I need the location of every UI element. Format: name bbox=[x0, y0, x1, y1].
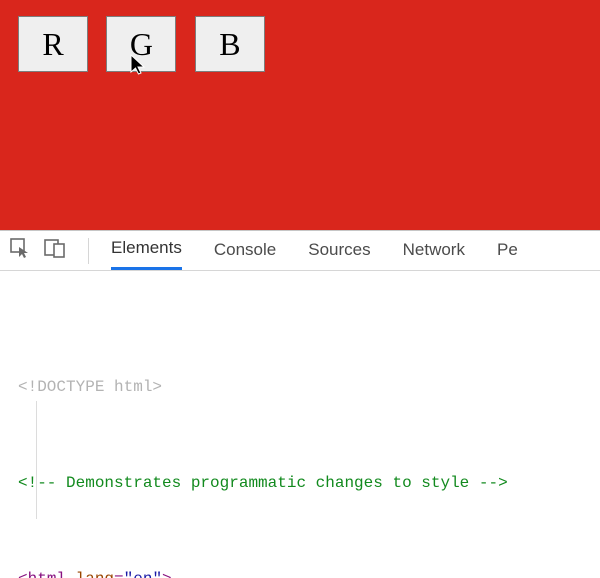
inspect-element-icon[interactable] bbox=[10, 238, 30, 263]
devtools-toolbar: Elements Console Sources Network Pe bbox=[0, 231, 600, 271]
devtools-panel: Elements Console Sources Network Pe <!DO… bbox=[0, 230, 600, 578]
tab-performance-partial[interactable]: Pe bbox=[497, 231, 518, 270]
blue-button[interactable]: B bbox=[195, 16, 265, 72]
tab-sources[interactable]: Sources bbox=[308, 231, 370, 270]
dom-tree[interactable]: <!DOCTYPE html> <!-- Demonstrates progra… bbox=[0, 271, 600, 578]
tab-network[interactable]: Network bbox=[403, 231, 465, 270]
tab-elements[interactable]: Elements bbox=[111, 231, 182, 270]
dom-html-open[interactable]: <html lang="en"> bbox=[14, 567, 600, 578]
red-button[interactable]: R bbox=[18, 16, 88, 72]
rendered-page: R G B bbox=[0, 0, 600, 230]
dom-doctype[interactable]: <!DOCTYPE html> bbox=[14, 375, 600, 399]
tab-console[interactable]: Console bbox=[214, 231, 276, 270]
dom-comment[interactable]: <!-- Demonstrates programmatic changes t… bbox=[14, 471, 600, 495]
green-button[interactable]: G bbox=[106, 16, 176, 72]
device-toggle-icon[interactable] bbox=[44, 238, 66, 263]
